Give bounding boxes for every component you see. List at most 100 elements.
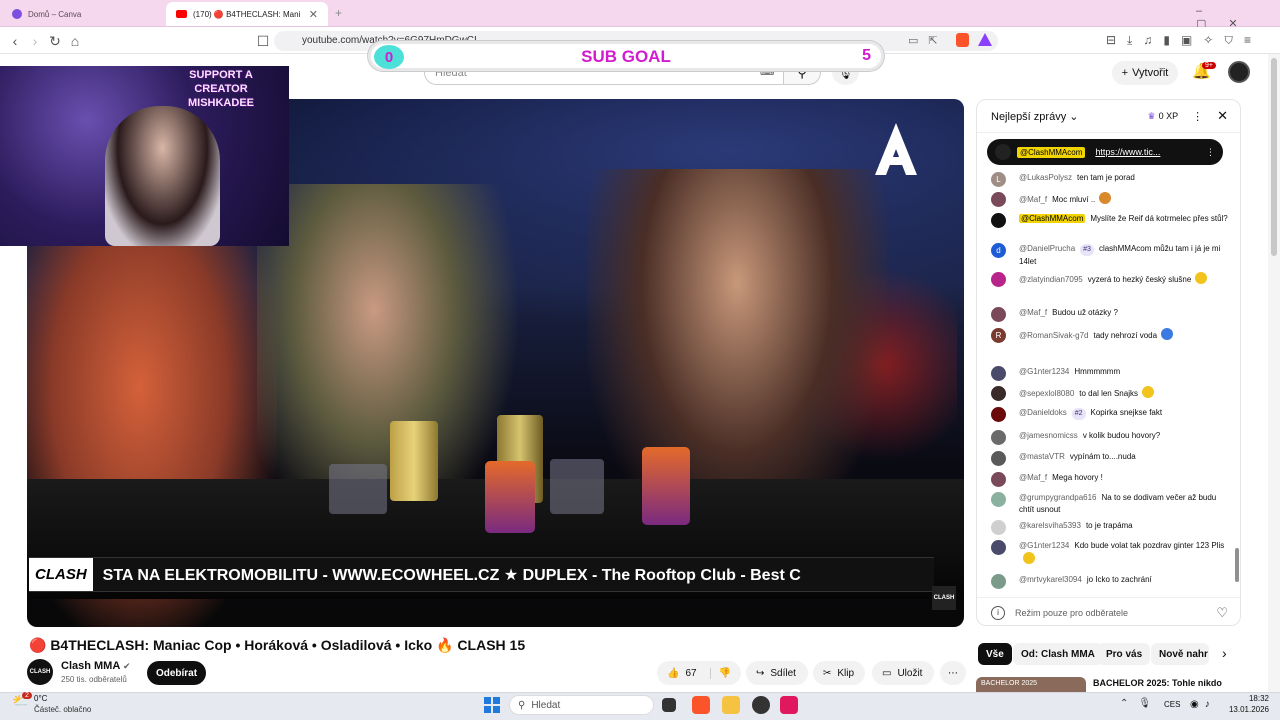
chat-avatar[interactable]: [991, 366, 1006, 381]
chat-message: R @RomanSivak-g7d tady nehrozí voda: [991, 328, 1229, 343]
chat-more-icon[interactable]: ⋮: [1192, 110, 1203, 123]
subscribe-button[interactable]: Odebírat: [147, 661, 206, 685]
clip-button[interactable]: ✂ Klip: [813, 661, 865, 685]
clock-time[interactable]: 18:32: [1229, 694, 1269, 703]
like-icon[interactable]: 👍: [667, 668, 679, 679]
chat-text: Budou už otázky ?: [1052, 308, 1118, 317]
chat-author[interactable]: @G1nter1234: [1019, 541, 1069, 550]
brave-taskbar-icon[interactable]: [692, 696, 710, 714]
filter-chip[interactable]: Vše: [978, 643, 1012, 665]
chat-author[interactable]: @ClashMMAcom: [1019, 214, 1086, 223]
brave-shield-icon[interactable]: [956, 33, 969, 47]
xp-indicator[interactable]: ♛ 0 XP: [1148, 111, 1179, 122]
address-actions[interactable]: ▭⇱: [908, 34, 948, 47]
sub-goal-label: SUB GOAL: [581, 47, 671, 66]
chat-mode-dropdown[interactable]: Nejlepší zprávy ⌄: [991, 110, 1078, 123]
chat-author[interactable]: @jamesnomicss: [1019, 431, 1078, 440]
chat-avatar[interactable]: [991, 192, 1006, 207]
chat-avatar[interactable]: [991, 472, 1006, 487]
tray-icons[interactable]: ⌃🎙: [1120, 698, 1161, 709]
chat-scrollbar[interactable]: [1235, 140, 1239, 590]
chat-author[interactable]: @Danieldoks: [1019, 408, 1067, 417]
browser-toolbar-icons[interactable]: ⊟⤓♫▮▣✧⛉≡: [1106, 33, 1262, 48]
more-actions-button[interactable]: ⋯: [940, 661, 966, 685]
filter-chip[interactable]: Od: Clash MMA: [1013, 643, 1103, 665]
chat-avatar[interactable]: [991, 386, 1006, 401]
chat-author[interactable]: @G1nter1234: [1019, 367, 1069, 376]
share-button[interactable]: ↪ Sdílet: [746, 661, 808, 685]
chat-author[interactable]: @sepexlol8080: [1019, 389, 1074, 398]
chat-author[interactable]: @mrtvykarel3094: [1019, 575, 1082, 584]
emoji-icon: [1099, 192, 1112, 204]
chat-avatar[interactable]: [991, 213, 1006, 228]
recommendation-title[interactable]: BACHELOR 2025: Tohle nikdo: [1093, 678, 1222, 688]
home-icon[interactable]: ⌂: [66, 32, 84, 50]
dislike-icon[interactable]: 👎: [709, 667, 731, 679]
pinned-message[interactable]: @ClashMMAcom https://www.tic... ⋮: [987, 139, 1223, 165]
save-button[interactable]: ▭ Uložit: [872, 661, 934, 685]
chat-author[interactable]: @karelsviha5393: [1019, 521, 1081, 530]
task-view-icon[interactable]: [662, 698, 676, 712]
chat-author[interactable]: @Maf_f: [1019, 473, 1047, 482]
pinned-author: @ClashMMAcom: [1017, 146, 1086, 158]
file-explorer-icon[interactable]: [722, 696, 740, 714]
clock-date[interactable]: 13.01.2026: [1220, 705, 1269, 714]
chat-avatar[interactable]: d: [991, 243, 1006, 258]
chat-author[interactable]: @DanielPrucha: [1019, 244, 1075, 253]
chat-avatar[interactable]: [991, 520, 1006, 535]
forward-icon[interactable]: ›: [26, 32, 44, 50]
start-icon[interactable]: [484, 697, 500, 713]
clip-label: Klip: [837, 667, 855, 679]
chat-avatar[interactable]: L: [991, 172, 1006, 187]
brave-rewards-icon[interactable]: [978, 33, 992, 46]
chat-author[interactable]: @LukasPolysz: [1019, 173, 1072, 182]
tab-youtube[interactable]: (170) 🔴 B4THECLASH: Mani ✕: [166, 2, 328, 26]
chat-text: jo Icko to zachrání: [1086, 575, 1152, 584]
chat-author[interactable]: @mastaVTR: [1019, 452, 1065, 461]
chat-avatar[interactable]: [991, 407, 1006, 422]
chat-avatar[interactable]: [991, 451, 1006, 466]
back-icon[interactable]: ‹: [6, 32, 24, 50]
chat-text: Kdo bude volat tak pozdrav ginter 123 Pl…: [1074, 541, 1225, 550]
pinned-more-icon[interactable]: ⋮: [1206, 147, 1215, 158]
create-button[interactable]: + Vytvořit: [1112, 61, 1178, 85]
channel-name[interactable]: Clash MMA ✔: [61, 660, 130, 672]
chat-author[interactable]: @Maf_f: [1019, 308, 1047, 317]
like-count[interactable]: 67: [685, 668, 696, 679]
network-volume-icons[interactable]: ◉♪: [1190, 699, 1216, 710]
app-taskbar-icon[interactable]: [752, 696, 770, 714]
chat-avatar[interactable]: [991, 574, 1006, 589]
info-icon[interactable]: i: [991, 605, 1005, 620]
reload-icon[interactable]: ↻: [46, 32, 64, 50]
chat-avatar[interactable]: [991, 307, 1006, 322]
chat-avatar[interactable]: [991, 272, 1006, 287]
tab-canva[interactable]: Domů – Canva: [2, 2, 164, 26]
canva-icon: [12, 9, 22, 19]
channel-avatar[interactable]: CLASH: [27, 659, 53, 685]
chevron-right-icon[interactable]: ›: [1222, 645, 1227, 661]
filter-chip[interactable]: Pro vás: [1098, 643, 1151, 665]
keyboard-language[interactable]: CES: [1164, 700, 1180, 709]
page-scrollbar-thumb[interactable]: [1271, 58, 1277, 256]
close-tab-icon[interactable]: ✕: [309, 8, 318, 21]
account-avatar[interactable]: [1228, 61, 1250, 83]
new-tab-icon[interactable]: +: [335, 6, 342, 20]
chat-avatar[interactable]: R: [991, 328, 1006, 343]
video-title: 🔴 B4THECLASH: Maniac Cop • Horáková • Os…: [29, 637, 526, 653]
chat-author[interactable]: @Maf_f: [1019, 195, 1047, 204]
chat-avatar[interactable]: [991, 492, 1006, 507]
chat-text: ten tam je porad: [1077, 173, 1135, 182]
chat-author[interactable]: @zlatyindian7095: [1019, 275, 1083, 284]
chat-avatar[interactable]: [991, 540, 1006, 555]
taskbar-search[interactable]: ⚲ Hledat: [509, 695, 654, 715]
chat-author[interactable]: @grumpygrandpa616: [1019, 493, 1097, 502]
heart-icon[interactable]: ♡: [1216, 605, 1228, 621]
pinned-link[interactable]: https://www.tic...: [1095, 147, 1160, 157]
chat-avatar[interactable]: [991, 430, 1006, 445]
tiktok-taskbar-icon[interactable]: [780, 696, 798, 714]
close-chat-icon[interactable]: ✕: [1217, 108, 1228, 124]
notifications-badge: 9+: [1202, 62, 1216, 69]
chat-author[interactable]: @RomanSivak-g7d: [1019, 331, 1088, 340]
filter-chip[interactable]: Nově nahr: [1151, 643, 1209, 665]
bookmark-icon[interactable]: ☐: [254, 32, 272, 50]
